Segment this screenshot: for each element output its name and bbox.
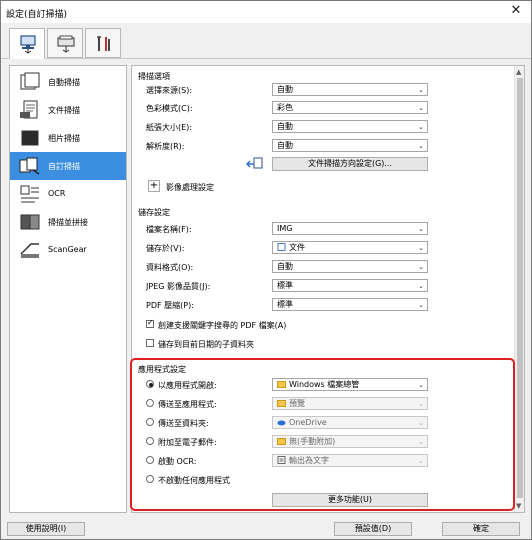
sidebar-item-label: 相片掃描 bbox=[48, 134, 80, 143]
expand-plus-icon[interactable]: + bbox=[148, 180, 160, 192]
color-mode-dropdown[interactable]: 彩色 ⌄ bbox=[272, 101, 428, 114]
settings-window: 設定(自訂掃描) ✕ 自動掃描 文件掃描 相片掃描 自訂掃描 OCR 掃描並拼接… bbox=[0, 0, 532, 540]
tab-scan-from-panel[interactable] bbox=[47, 28, 83, 58]
jpeg-quality-dropdown[interactable]: 標準 ⌄ bbox=[272, 279, 428, 292]
ok-button[interactable]: 確定 bbox=[442, 522, 520, 536]
chevron-down-icon: ⌄ bbox=[418, 263, 424, 271]
scroll-down-icon[interactable]: ▼ bbox=[516, 502, 521, 510]
save-in-label: 儲存於(V): bbox=[146, 244, 185, 253]
tab-general-settings[interactable] bbox=[85, 28, 121, 58]
file-name-label: 檔案名稱(F): bbox=[146, 225, 192, 234]
save-in-value: 文件 bbox=[289, 243, 305, 252]
chevron-down-icon: ⌄ bbox=[418, 142, 424, 150]
data-format-label: 資料格式(O): bbox=[146, 263, 194, 272]
color-mode-value: 彩色 bbox=[277, 103, 293, 112]
sidebar-item-custom-scan[interactable]: 自訂掃描 bbox=[10, 152, 126, 180]
keyword-pdf-label: 創建支援關鍵字搜尋的 PDF 檔案(A) bbox=[158, 321, 287, 330]
file-name-combobox[interactable]: IMG ⌄ bbox=[272, 222, 428, 235]
sidebar-item-scangear[interactable]: ScanGear bbox=[10, 236, 126, 264]
document-scan-icon bbox=[20, 100, 38, 119]
data-format-dropdown[interactable]: 自動 ⌄ bbox=[272, 260, 428, 273]
chevron-down-icon: ⌄ bbox=[418, 86, 424, 94]
paper-size-label: 紙張大小(E): bbox=[146, 123, 192, 132]
sidebar-item-label: 自動掃描 bbox=[48, 78, 80, 87]
scangear-icon bbox=[20, 243, 39, 258]
orientation-icon bbox=[246, 157, 263, 169]
sidebar-item-label: 掃描並拼接 bbox=[48, 218, 88, 227]
sidebar-item-label: 文件掃描 bbox=[48, 106, 80, 115]
image-processing-label[interactable]: 影像處理設定 bbox=[166, 182, 214, 193]
top-tab-bar bbox=[1, 23, 531, 59]
select-source-dropdown[interactable]: 自動 ⌄ bbox=[272, 83, 428, 96]
save-settings-title: 儲存設定 bbox=[138, 208, 170, 217]
resolution-value: 自動 bbox=[277, 141, 293, 150]
chevron-down-icon: ⌄ bbox=[418, 244, 424, 252]
data-format-value: 自動 bbox=[277, 262, 293, 271]
sidebar: 自動掃描 文件掃描 相片掃描 自訂掃描 OCR 掃描並拼接 ScanGear bbox=[9, 65, 127, 513]
photo-scan-icon bbox=[21, 130, 39, 146]
highlight-frame bbox=[130, 358, 515, 511]
vertical-scrollbar[interactable]: ▲ ▼ bbox=[514, 66, 524, 512]
jpeg-quality-value: 標準 bbox=[277, 281, 293, 290]
help-button[interactable]: 使用說明(I) bbox=[7, 522, 85, 536]
window-title: 設定(自訂掃描) bbox=[6, 10, 68, 20]
computer-scanner-icon bbox=[20, 35, 36, 54]
chevron-down-icon: ⌄ bbox=[418, 104, 424, 112]
orientation-settings-button[interactable]: 文件掃描方向設定(G)... bbox=[272, 157, 428, 171]
scan-options-title: 掃描選項 bbox=[138, 72, 170, 81]
sidebar-item-ocr[interactable]: OCR bbox=[10, 180, 126, 208]
scanner-panel-icon bbox=[57, 35, 75, 53]
sidebar-item-stitch[interactable]: 掃描並拼接 bbox=[10, 208, 126, 236]
sidebar-item-label: ScanGear bbox=[48, 245, 87, 254]
pdf-compression-label: PDF 壓縮(P): bbox=[146, 301, 194, 310]
file-name-value: IMG bbox=[277, 224, 293, 233]
save-in-dropdown[interactable]: 文件 ⌄ bbox=[272, 241, 428, 254]
ocr-icon bbox=[20, 185, 39, 203]
defaults-button[interactable]: 預設值(D) bbox=[334, 522, 412, 536]
chevron-down-icon: ⌄ bbox=[418, 282, 424, 290]
stitch-icon bbox=[20, 214, 40, 230]
sidebar-item-auto-scan[interactable]: 自動掃描 bbox=[10, 68, 126, 96]
chevron-down-icon: ⌄ bbox=[418, 225, 424, 233]
date-subfolder-checkbox[interactable] bbox=[146, 339, 154, 347]
keyword-pdf-checkbox[interactable] bbox=[146, 318, 154, 328]
pdf-compression-value: 標準 bbox=[277, 300, 293, 309]
custom-scan-icon bbox=[19, 157, 40, 175]
scroll-up-icon[interactable]: ▲ bbox=[516, 68, 521, 76]
resolution-dropdown[interactable]: 自動 ⌄ bbox=[272, 139, 428, 152]
title-bar: 設定(自訂掃描) ✕ bbox=[1, 1, 531, 23]
chevron-down-icon: ⌄ bbox=[418, 301, 424, 309]
sidebar-item-label: 自訂掃描 bbox=[48, 162, 80, 171]
paper-size-dropdown[interactable]: 自動 ⌄ bbox=[272, 120, 428, 133]
chevron-down-icon: ⌄ bbox=[418, 123, 424, 131]
resolution-label: 解析度(R): bbox=[146, 142, 185, 151]
jpeg-quality-label: JPEG 影像品質(J): bbox=[146, 282, 211, 291]
sidebar-item-label: OCR bbox=[48, 189, 66, 198]
date-subfolder-label: 儲存到目前日期的子資料夾 bbox=[158, 340, 254, 349]
pdf-compression-dropdown[interactable]: 標準 ⌄ bbox=[272, 298, 428, 311]
paper-size-value: 自動 bbox=[277, 122, 293, 131]
sidebar-item-document-scan[interactable]: 文件掃描 bbox=[10, 96, 126, 124]
color-mode-label: 色彩模式(C): bbox=[146, 104, 193, 113]
document-folder-icon bbox=[277, 243, 286, 251]
tab-scan-from-computer[interactable] bbox=[9, 28, 45, 59]
select-source-label: 選擇來源(S): bbox=[146, 86, 193, 95]
select-source-value: 自動 bbox=[277, 85, 293, 94]
sidebar-item-photo-scan[interactable]: 相片掃描 bbox=[10, 124, 126, 152]
close-icon[interactable]: ✕ bbox=[509, 4, 523, 18]
bottom-bar: 使用說明(I) 預設值(D) 確定 bbox=[1, 519, 531, 539]
tools-icon bbox=[97, 36, 110, 51]
auto-scan-icon bbox=[20, 72, 40, 90]
scroll-thumb[interactable] bbox=[517, 78, 523, 498]
